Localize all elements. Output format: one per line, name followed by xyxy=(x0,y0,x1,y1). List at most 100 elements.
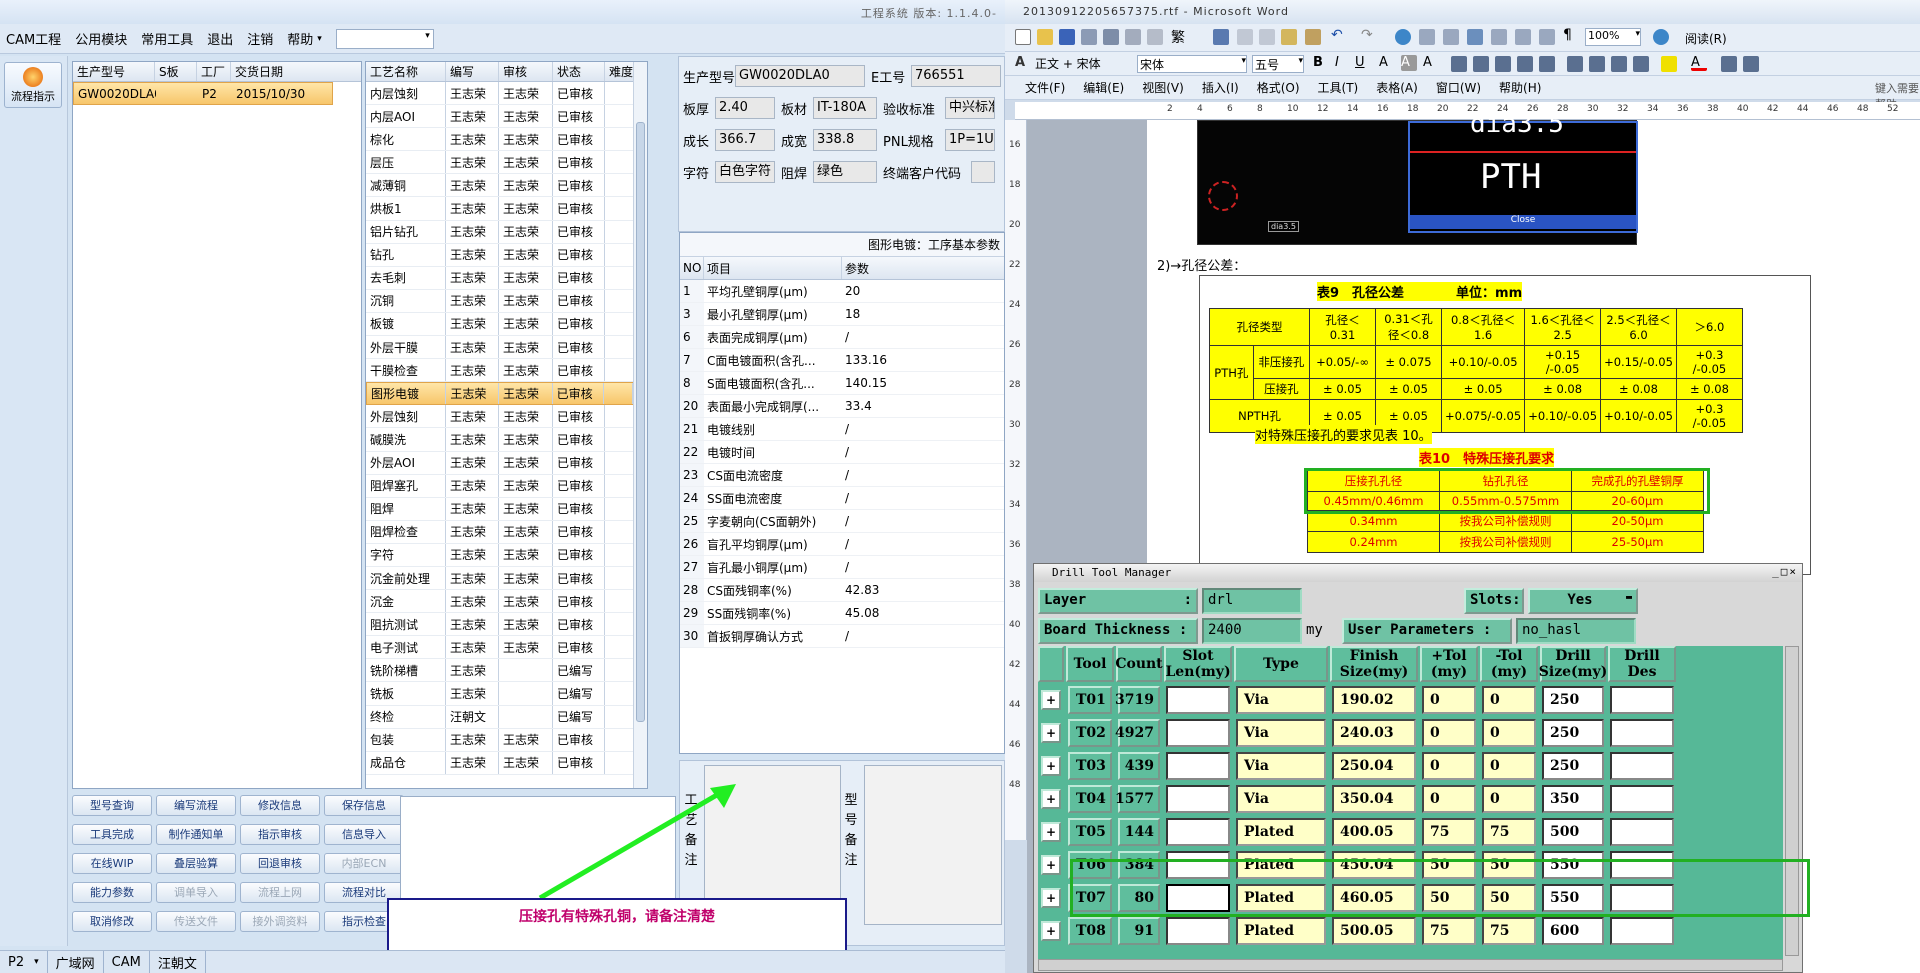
customer-code-field[interactable] xyxy=(971,161,995,183)
import-order-button[interactable]: 调单导入 xyxy=(156,882,236,903)
print-preview-icon[interactable] xyxy=(1147,29,1163,45)
send-file-button[interactable]: 传送文件 xyxy=(156,911,236,932)
pnl-field[interactable]: 1P=1U xyxy=(945,129,995,151)
drill-size-input[interactable]: 250 xyxy=(1542,719,1604,747)
finish-size-input[interactable]: 240.03 xyxy=(1332,719,1416,747)
minus-tol-input[interactable]: 50 xyxy=(1482,851,1536,879)
no-col-header[interactable]: NO xyxy=(680,257,704,279)
param-row[interactable]: 20 表面最小完成铜厚(... 33.4 xyxy=(680,395,1004,418)
param-row[interactable]: 21 电镀线别 / xyxy=(680,418,1004,441)
format-painter-icon[interactable] xyxy=(1305,29,1321,45)
rollback-review-button[interactable]: 回退审核 xyxy=(240,853,320,874)
font-box[interactable]: 宋体 ▾ xyxy=(1137,55,1247,73)
drill-size-input[interactable]: 550 xyxy=(1542,884,1604,912)
read-mode-button[interactable]: 阅读(R) xyxy=(1685,30,1727,47)
drill-size-input[interactable]: 500 xyxy=(1542,818,1604,846)
param-row[interactable]: 28 CS面残铜率(%) 42.83 xyxy=(680,579,1004,602)
receive-data-button[interactable]: 接外调资料 xyxy=(240,911,320,932)
factory-col-header[interactable]: 工厂 xyxy=(197,62,231,81)
menu-cam[interactable]: CAM工程 xyxy=(6,29,61,48)
tool-col-header[interactable]: Tool xyxy=(1066,646,1114,682)
item-col-header[interactable]: 项目 xyxy=(704,257,842,279)
process-name-col-header[interactable]: 工艺名称 xyxy=(366,62,446,81)
delivery-col-header[interactable]: 交货日期 xyxy=(231,62,339,81)
expand-row-button[interactable]: + xyxy=(1041,690,1061,710)
param-row[interactable]: 1 平均孔壁铜厚(μm) 20 xyxy=(680,280,1004,303)
process-row[interactable]: 棕化 王志荣 王志荣 已审核 xyxy=(366,128,634,152)
drill-des-input[interactable] xyxy=(1610,719,1674,747)
word-menu-item[interactable]: 格式(O) xyxy=(1257,79,1300,96)
process-row[interactable]: 铣板 王志荣 已编写 xyxy=(366,682,634,706)
slot-len-input[interactable] xyxy=(1166,686,1230,714)
align-left-icon[interactable] xyxy=(1451,56,1467,72)
model-memo-box[interactable] xyxy=(864,765,1002,925)
paste-icon[interactable] xyxy=(1281,29,1297,45)
word-menu-item[interactable]: 工具(T) xyxy=(1318,79,1359,96)
model-col-header[interactable]: 生产型号 xyxy=(73,62,155,81)
process-row[interactable]: 图形电镀 王志荣 王志荣 已审核 xyxy=(366,382,634,406)
line-spacing-icon[interactable] xyxy=(1539,56,1555,72)
cam-combo-box[interactable]: ▾ xyxy=(335,28,434,49)
process-row[interactable]: 阻抗测试 王志荣 王志荣 已审核 xyxy=(366,613,634,637)
param-row[interactable]: 26 盲孔平均铜厚(μm) / xyxy=(680,533,1004,556)
plus-tol-col-header[interactable]: +Tol (my) xyxy=(1420,646,1478,682)
drill-des-input[interactable] xyxy=(1610,818,1674,846)
finish-size-input[interactable]: 500.05 xyxy=(1332,917,1416,945)
tool-done-button[interactable]: 工具完成 xyxy=(72,824,152,845)
menu-common-module[interactable]: 公用模块 xyxy=(75,29,127,48)
cut-icon[interactable] xyxy=(1237,29,1253,45)
process-row[interactable]: 阻焊 王志荣 王志荣 已审核 xyxy=(366,497,634,521)
spelling-icon[interactable] xyxy=(1213,29,1229,45)
vertical-ruler[interactable]: 16 18 20 22 24 26 28 30 32 34 36 38 40 42 44 46 48 xyxy=(1005,120,1027,840)
plus-tol-input[interactable]: 0 xyxy=(1422,785,1476,813)
process-row[interactable]: 沉金前处理 王志荣 王志荣 已审核 xyxy=(366,566,634,591)
phonetic-icon[interactable] xyxy=(1721,56,1737,72)
process-scrollbar[interactable] xyxy=(633,62,647,788)
process-row[interactable]: 字符 王志荣 王志荣 已审核 xyxy=(366,543,634,567)
save-icon[interactable] xyxy=(1059,29,1075,45)
drill-des-input[interactable] xyxy=(1610,785,1674,813)
param-row[interactable]: 25 字麦朝向(CS面朝外) / xyxy=(680,510,1004,533)
drill-des-input[interactable] xyxy=(1610,752,1674,780)
param-row[interactable]: 6 表面完成铜厚(μm) / xyxy=(680,326,1004,349)
slot-len-input[interactable] xyxy=(1166,851,1230,879)
process-row[interactable]: 去毛刺 王志荣 王志荣 已审核 xyxy=(366,266,634,290)
process-row[interactable]: 铣阶梯槽 王志荣 已编写 xyxy=(366,659,634,683)
redo-icon[interactable]: ↷ xyxy=(1361,27,1377,43)
reviewer-col-header[interactable]: 审核 xyxy=(499,62,553,81)
param-row[interactable]: 7 C面电镀面积(含孔... 133.16 xyxy=(680,349,1004,372)
param-row[interactable]: 23 CS面电流密度 / xyxy=(680,464,1004,487)
thickness-field[interactable]: 2.40 xyxy=(715,97,775,119)
character-field[interactable]: 白色字符 xyxy=(715,161,775,183)
param-row[interactable]: 24 SS面电流密度 / xyxy=(680,487,1004,510)
minus-tol-input[interactable]: 0 xyxy=(1482,752,1536,780)
word-menu-item[interactable]: 文件(F) xyxy=(1025,79,1065,96)
edit-info-button[interactable]: 修改信息 xyxy=(240,795,320,816)
justify-icon[interactable] xyxy=(1517,56,1533,72)
word-menu-item[interactable]: 编辑(E) xyxy=(1083,79,1124,96)
board-thickness-field[interactable]: 2400 xyxy=(1202,618,1302,644)
process-row[interactable]: 铝片钻孔 王志荣 王志荣 已审核 xyxy=(366,220,634,244)
finish-size-input[interactable]: 450.04 xyxy=(1332,851,1416,879)
material-field[interactable]: IT-180A xyxy=(813,97,877,119)
s-board-col-header[interactable]: S板 xyxy=(155,62,197,81)
drill-des-input[interactable] xyxy=(1610,686,1674,714)
plus-tol-input[interactable]: 0 xyxy=(1422,719,1476,747)
horizontal-ruler[interactable]: 2 4 6 8 10 12 14 16 18 20 22 24 26 28 30 32 34 36 38 40 42 44… xyxy=(1015,102,1920,120)
numbering-icon[interactable] xyxy=(1567,56,1583,72)
param-row[interactable]: 22 电镀时间 / xyxy=(680,441,1004,464)
param-row[interactable]: 29 SS面残铜率(%) 45.08 xyxy=(680,602,1004,625)
drill-des-col-header[interactable]: Drill Des xyxy=(1608,646,1676,682)
e-field[interactable]: 766551 xyxy=(911,65,1001,87)
plus-tol-input[interactable]: 0 xyxy=(1422,752,1476,780)
new-doc-icon[interactable] xyxy=(1015,29,1031,45)
plus-tol-input[interactable]: 75 xyxy=(1422,917,1476,945)
menu-tools[interactable]: 常用工具 xyxy=(141,29,193,48)
type-dropdown[interactable]: Via xyxy=(1236,719,1326,747)
drill-des-input[interactable] xyxy=(1610,917,1674,945)
flow-indicator-button[interactable]: 流程指示 xyxy=(4,62,62,108)
internal-ecn-button[interactable]: 内部ECN xyxy=(324,853,404,874)
open-icon[interactable] xyxy=(1037,29,1053,45)
scroll-thumb[interactable] xyxy=(636,122,645,722)
type-dropdown[interactable]: Via xyxy=(1236,785,1326,813)
